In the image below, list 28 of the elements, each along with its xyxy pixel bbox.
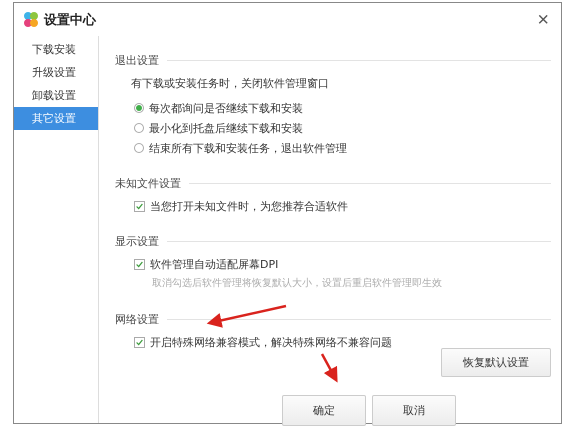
radio-button[interactable] (134, 103, 144, 113)
checkbox[interactable] (134, 200, 145, 212)
option-label: 结束所有下载和安装任务，退出软件管理 (149, 140, 347, 156)
option-label: 每次都询问是否继续下载和安装 (149, 100, 303, 116)
radio-button[interactable] (134, 123, 144, 133)
sidebar-item[interactable]: 下载安装 (14, 38, 98, 61)
option-label: 开启特殊网络兼容模式，解决特殊网络不兼容问题 (150, 334, 392, 350)
restore-defaults-button[interactable]: 恢复默认设置 (441, 348, 551, 377)
sidebar-item[interactable]: 升级设置 (14, 61, 98, 84)
option-label: 当您打开未知文件时，为您推荐合适软件 (150, 198, 348, 214)
section-title: 显示设置 (115, 234, 159, 248)
section-title: 网络设置 (115, 312, 159, 326)
radio-button[interactable] (134, 143, 144, 153)
checkbox[interactable] (134, 258, 145, 270)
section-title: 未知文件设置 (115, 176, 181, 190)
dialog-button[interactable]: 取消 (372, 395, 456, 426)
arrow (320, 353, 338, 383)
dialog-button[interactable]: 确定 (282, 395, 366, 426)
window-title: 设置中心 (44, 12, 96, 28)
option-label: 最小化到托盘后继续下载和安装 (149, 120, 303, 136)
hint-text: 取消勾选后软件管理将恢复默认大小，设置后重启软件管理即生效 (151, 276, 443, 291)
close-button[interactable]: × (533, 10, 553, 30)
flower-logo-icon (22, 10, 40, 28)
section-note: 有下载或安装任务时，关闭软件管理窗口 (131, 76, 330, 91)
checkbox[interactable] (134, 336, 145, 348)
sidebar-item[interactable]: 卸载设置 (14, 84, 98, 107)
section-title: 退出设置 (115, 52, 159, 68)
option-label: 软件管理自动适配屏幕DPI (150, 256, 278, 272)
